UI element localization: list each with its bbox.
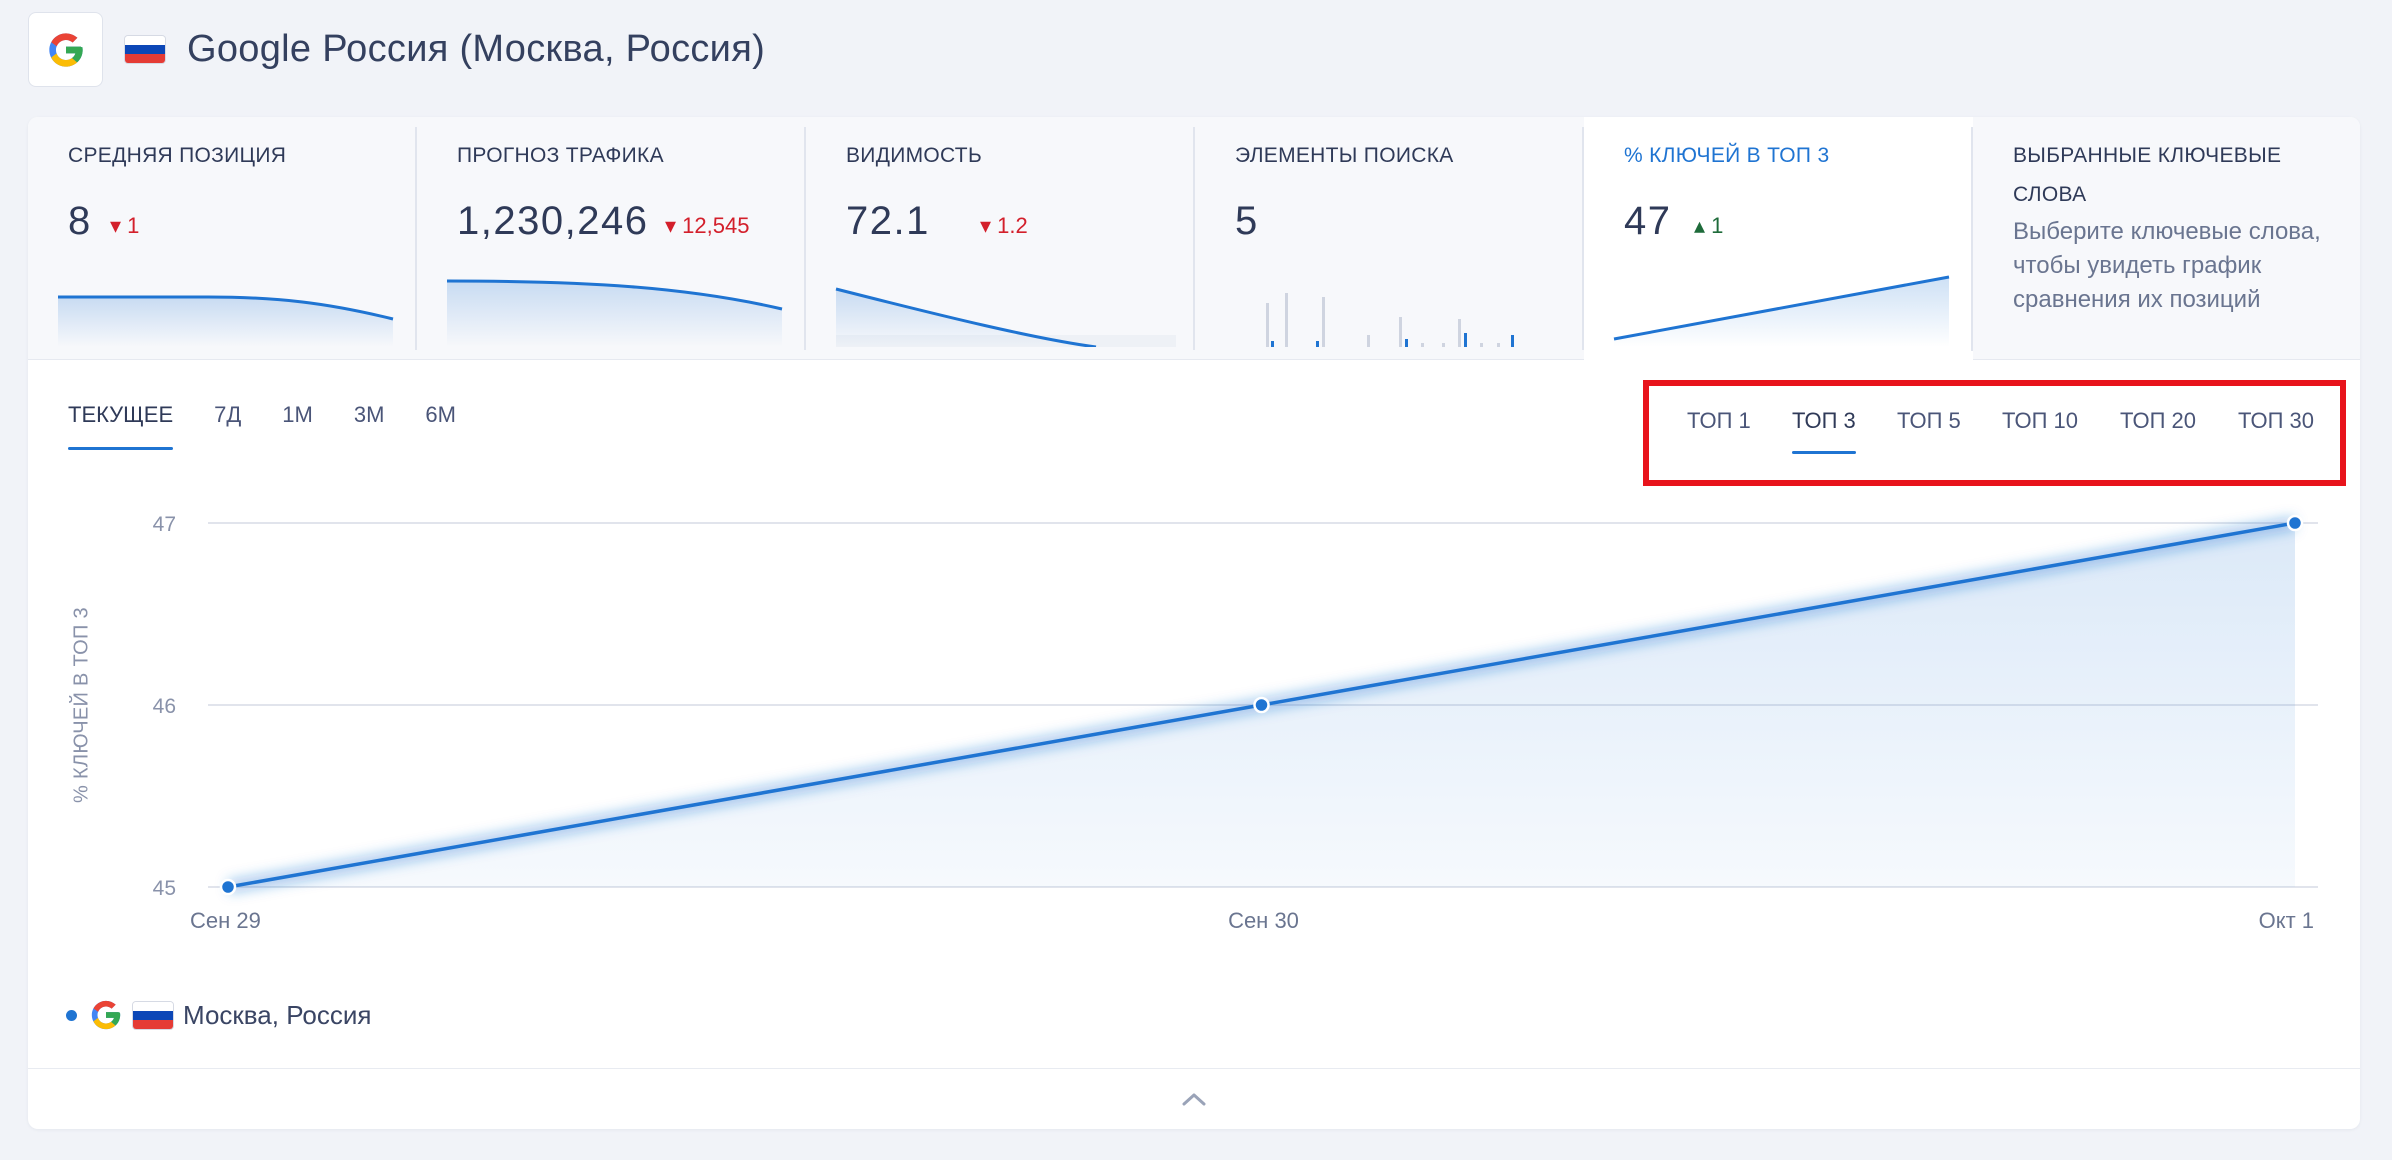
metric-label: ВЫБРАННЫЕ КЛЮЧЕВЫЕ СЛОВА [2013,144,2282,206]
russia-flag-icon [133,1001,173,1029]
tab-period-7d[interactable]: 7Д [214,402,241,450]
chevron-up-icon [1182,1093,1206,1106]
metric-value: 1,230,246 [457,199,649,243]
metric-label: ЭЛЕМЕНТЫ ПОИСКА [1235,144,1454,167]
metrics-row: СРЕДНЯЯ ПОЗИЦИЯ 8 ▾ 1 ПРОГНОЗ ТРАФИКА 1,… [28,117,2360,361]
tab-top-3[interactable]: ТОП 3 [1792,408,1856,454]
metric-value: 47 [1624,199,1672,243]
sparkline [446,279,783,347]
page-title: Google Россия (Москва, Россия) [187,28,766,70]
x-tick-label: Сен 29 [190,908,261,933]
x-tick-label: Окт 1 [2259,908,2314,933]
metric-value: 5 [1235,199,1259,243]
metric-visibility[interactable]: ВИДИМОСТЬ 72.1 ▾ 1.2 [806,117,1195,360]
chart-legend: Москва, Россия [66,998,371,1032]
tab-top-30[interactable]: ТОП 30 [2238,408,2314,454]
legend-label: Москва, Россия [183,999,372,1030]
collapse-toggle[interactable] [28,1068,2360,1129]
line-chart: 45 46 47 Сен 29 Сен 30 Окт 1 [153,513,2318,933]
metric-label: ПРОГНОЗ ТРАФИКА [457,144,664,167]
tab-top-10[interactable]: ТОП 10 [2002,408,2078,454]
tab-period-6m[interactable]: 6М [425,402,456,450]
metric-selected-keywords: ВЫБРАННЫЕ КЛЮЧЕВЫЕ СЛОВА Выберите ключев… [1973,117,2360,360]
tab-period-3m[interactable]: 3М [354,402,385,450]
sparkline [835,287,1176,347]
data-point[interactable] [219,878,237,896]
sparkline [58,295,394,347]
x-tick-label: Сен 30 [1228,908,1299,933]
tab-top-5[interactable]: ТОП 5 [1897,408,1961,454]
sparkline [1613,275,1950,347]
period-tabs: ТЕКУЩЕЕ 7Д 1М 3М 6М [68,402,497,450]
metric-traffic-forecast[interactable]: ПРОГНОЗ ТРАФИКА 1,230,246 ▾ 12,545 [417,117,806,360]
tab-top-1[interactable]: ТОП 1 [1687,408,1751,454]
data-point[interactable] [1253,696,1270,714]
metric-description: Выберите ключевые слова, чтобы увидеть г… [2013,218,2321,313]
data-point[interactable] [2286,514,2304,532]
metric-label: ВИДИМОСТЬ [846,144,983,167]
tab-period-current[interactable]: ТЕКУЩЕЕ [68,402,174,450]
y-tick-label: 47 [153,513,176,536]
google-logo-icon [91,1000,121,1030]
metric-delta: ▾ 1.2 [980,213,1028,238]
russia-flag-icon [125,36,165,63]
legend-dot [66,1009,77,1021]
page-header: Google Россия (Москва, Россия) [28,12,765,87]
metric-delta: ▾ 1 [110,213,140,238]
serp-bars [1266,293,1514,347]
metric-label: % КЛЮЧЕЙ В ТОП 3 [1624,144,1830,167]
y-tick-label: 45 [153,877,176,900]
y-tick-label: 46 [153,695,176,718]
metric-value: 8 [68,199,92,243]
metric-value: 72.1 [846,199,930,243]
metric-keys-top3[interactable]: % КЛЮЧЕЙ В ТОП 3 47 ▴ 1 [1584,117,1973,361]
metric-delta: ▴ 1 [1694,213,1724,238]
metric-delta: ▾ 12,545 [665,213,750,238]
metric-search-elements[interactable]: ЭЛЕМЕНТЫ ПОИСКА 5 [1195,117,1584,360]
tab-period-1m[interactable]: 1М [282,402,313,450]
metric-label: СРЕДНЯЯ ПОЗИЦИЯ [68,144,287,167]
google-logo-icon [28,12,103,87]
metric-average-position[interactable]: СРЕДНЯЯ ПОЗИЦИЯ 8 ▾ 1 [28,117,417,360]
tab-top-20[interactable]: ТОП 20 [2120,408,2196,454]
